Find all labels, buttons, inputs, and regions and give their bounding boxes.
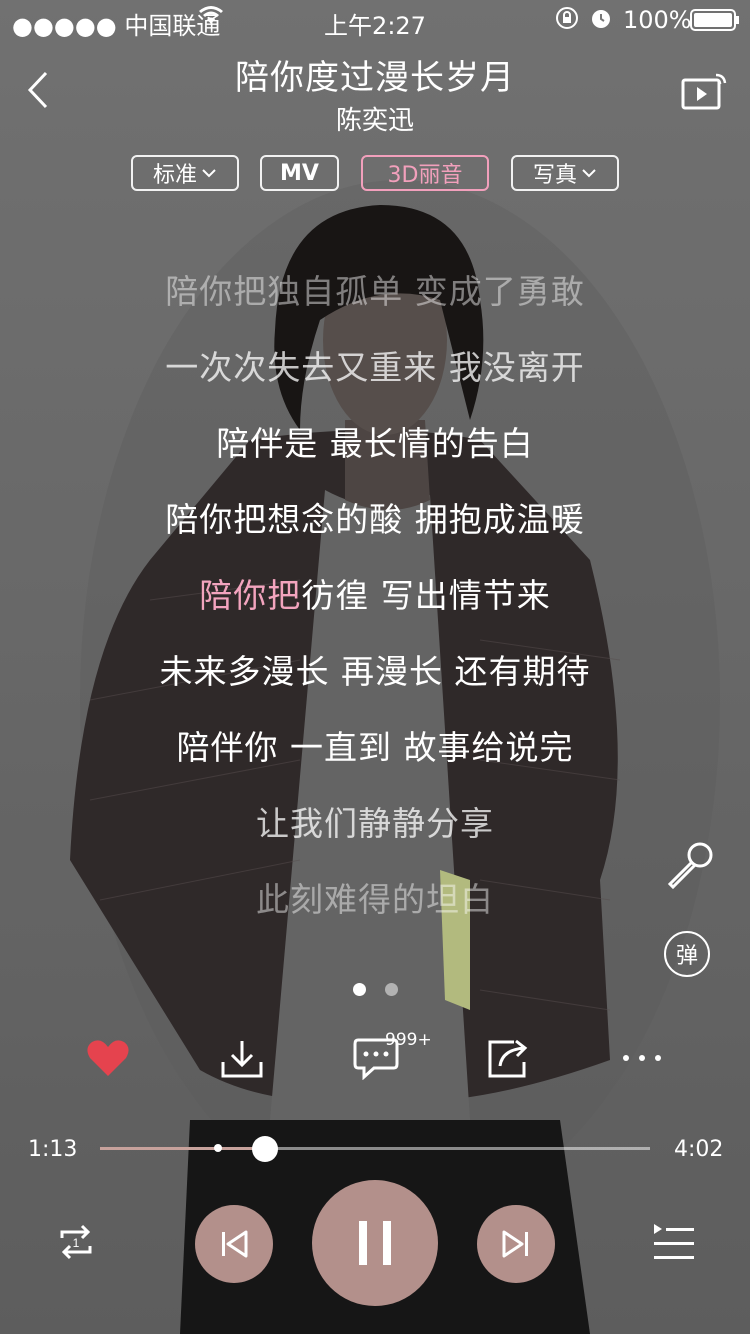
- current-lyric-line: 陪你把彷徨 写出情节来: [0, 569, 750, 617]
- mv-button[interactable]: MV: [260, 155, 339, 191]
- lyric-sung-part: 陪你把: [199, 576, 302, 615]
- like-button[interactable]: [86, 1038, 130, 1078]
- lyric-line: 一次次失去又重来 我没离开: [165, 348, 585, 387]
- skip-previous-icon: [222, 1230, 248, 1258]
- quality-standard-button[interactable]: 标准: [131, 155, 239, 191]
- progress-track[interactable]: [100, 1136, 650, 1162]
- download-button[interactable]: [220, 1038, 264, 1080]
- playlist-button[interactable]: [652, 1222, 696, 1262]
- progress-fill: [100, 1147, 265, 1150]
- lyric-line: 陪伴你 一直到 故事给说完: [176, 728, 574, 767]
- buffer-marker: [214, 1144, 222, 1152]
- quality-standard-label: 标准: [152, 163, 197, 188]
- alarm-icon: [589, 6, 613, 36]
- elapsed-time: 1:13: [28, 1137, 78, 1162]
- download-icon: [221, 1041, 263, 1078]
- repeat-one-button[interactable]: 1: [54, 1220, 98, 1264]
- skip-next-icon: [502, 1230, 528, 1258]
- share-button[interactable]: [486, 1036, 530, 1080]
- more-icon: [623, 1055, 661, 1061]
- previous-button[interactable]: [195, 1205, 273, 1283]
- share-icon: [488, 1039, 528, 1078]
- photo-label: 写真: [532, 163, 577, 188]
- total-duration: 4:02: [674, 1137, 724, 1162]
- lyric-unsung-part: 彷徨 写出情节来: [301, 576, 551, 615]
- page-indicator-active: [353, 983, 366, 996]
- comment-count-badge: 999+: [385, 1030, 432, 1050]
- more-button[interactable]: [620, 1050, 664, 1066]
- repeat-one-icon: 1: [60, 1224, 92, 1260]
- heart-icon: [87, 1040, 129, 1076]
- chevron-down-icon: [582, 169, 596, 178]
- page-indicator: [385, 983, 398, 996]
- lyric-line: 陪伴是 最长情的告白: [216, 424, 534, 463]
- pause-icon: [359, 1221, 391, 1265]
- mv-label: MV: [280, 160, 319, 186]
- chevron-down-icon: [202, 169, 216, 178]
- pause-button[interactable]: [312, 1180, 438, 1306]
- lyric-line: 未来多漫长 再漫长 还有期待: [159, 652, 591, 691]
- microphone-icon: [667, 842, 713, 890]
- svg-text:1: 1: [73, 1236, 80, 1250]
- 3d-audio-label: 3D丽音: [387, 163, 463, 188]
- lyric-line: 陪你把独自孤单 变成了勇敢: [165, 272, 585, 311]
- cast-button[interactable]: [680, 72, 730, 112]
- 3d-audio-button[interactable]: 3D丽音: [361, 155, 489, 191]
- progress-knob[interactable]: [252, 1136, 278, 1162]
- playlist-icon: [654, 1224, 694, 1259]
- battery-icon: [690, 9, 740, 37]
- lyric-line: 让我们静静分享: [256, 804, 494, 843]
- photo-button[interactable]: 写真: [511, 155, 619, 191]
- lyric-line: 陪你把想念的酸 拥抱成温暖: [165, 500, 585, 539]
- next-button[interactable]: [477, 1205, 555, 1283]
- screen-cast-icon: [681, 73, 727, 110]
- danmaku-label: 弹: [675, 944, 698, 969]
- status-bar: ●●●●● 中国联通 上午2:27 100%: [0, 0, 750, 40]
- artist-name[interactable]: 陈奕迅: [0, 100, 750, 137]
- song-title: 陪你度过漫长岁月: [235, 58, 515, 98]
- danmaku-button[interactable]: 弹: [664, 931, 710, 977]
- rotation-lock-icon: [555, 6, 579, 36]
- lyric-line: 此刻难得的坦白: [256, 880, 494, 919]
- battery-label: 100%: [623, 6, 692, 34]
- karaoke-button[interactable]: [664, 840, 716, 892]
